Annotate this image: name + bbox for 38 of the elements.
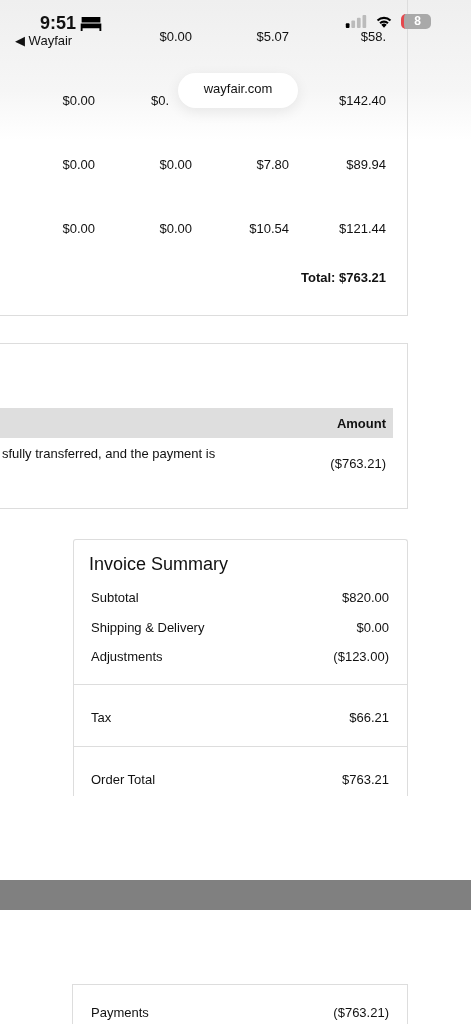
- table-cell: $58.: [360, 28, 386, 44]
- url-pill[interactable]: wayfair.com: [178, 73, 298, 108]
- table-cell-text: ($763.21): [330, 455, 386, 473]
- summary-title: Invoice Summary: [88, 553, 230, 576]
- total-amount: Total: $763.21: [300, 269, 386, 285]
- summary-label: Payments: [91, 1005, 149, 1021]
- back-link[interactable]: ◀ Wayfair: [15, 34, 73, 48]
- bed-icon: [79, 15, 104, 31]
- table-cell: $7.80: [256, 156, 289, 172]
- summary-label: Tax: [91, 709, 112, 725]
- summary-value: ($763.21): [333, 1005, 389, 1021]
- summary-label: Subtotal: [91, 590, 139, 606]
- table-cell: $0.00: [62, 220, 95, 236]
- table-cell: $121.44: [339, 220, 386, 236]
- summary-label: Shipping & Delivery: [91, 619, 205, 635]
- table-cell-text: sfully transferred, and the payment is: [1, 446, 216, 463]
- wifi-icon: [375, 14, 393, 28]
- summary-value: $763.21: [342, 772, 389, 788]
- status-time: 9:51: [40, 14, 77, 32]
- table-cell: $0.: [151, 92, 170, 108]
- table-cell: $0.00: [62, 92, 95, 108]
- summary-label: Order Total: [91, 772, 156, 788]
- table-cell: $0.00: [159, 156, 192, 172]
- table-cell: $5.07: [256, 28, 289, 44]
- table-cell: $0.00: [159, 28, 192, 44]
- table-cell: $10.54: [249, 220, 289, 236]
- table-cell: $0.00: [62, 156, 95, 172]
- signal-icon: [345, 14, 367, 28]
- summary-value: $820.00: [342, 590, 389, 606]
- summary-value: $66.21: [349, 709, 389, 725]
- column-header: Amount: [336, 415, 386, 431]
- summary-value: ($123.00): [333, 649, 389, 665]
- summary-value: $0.00: [356, 619, 389, 635]
- table-cell: $0.00: [159, 220, 192, 236]
- table-cell: $89.94: [346, 156, 386, 172]
- battery-level: 8: [414, 14, 421, 28]
- summary-label: Adjustments: [91, 649, 163, 665]
- table-cell: $142.40: [339, 92, 386, 108]
